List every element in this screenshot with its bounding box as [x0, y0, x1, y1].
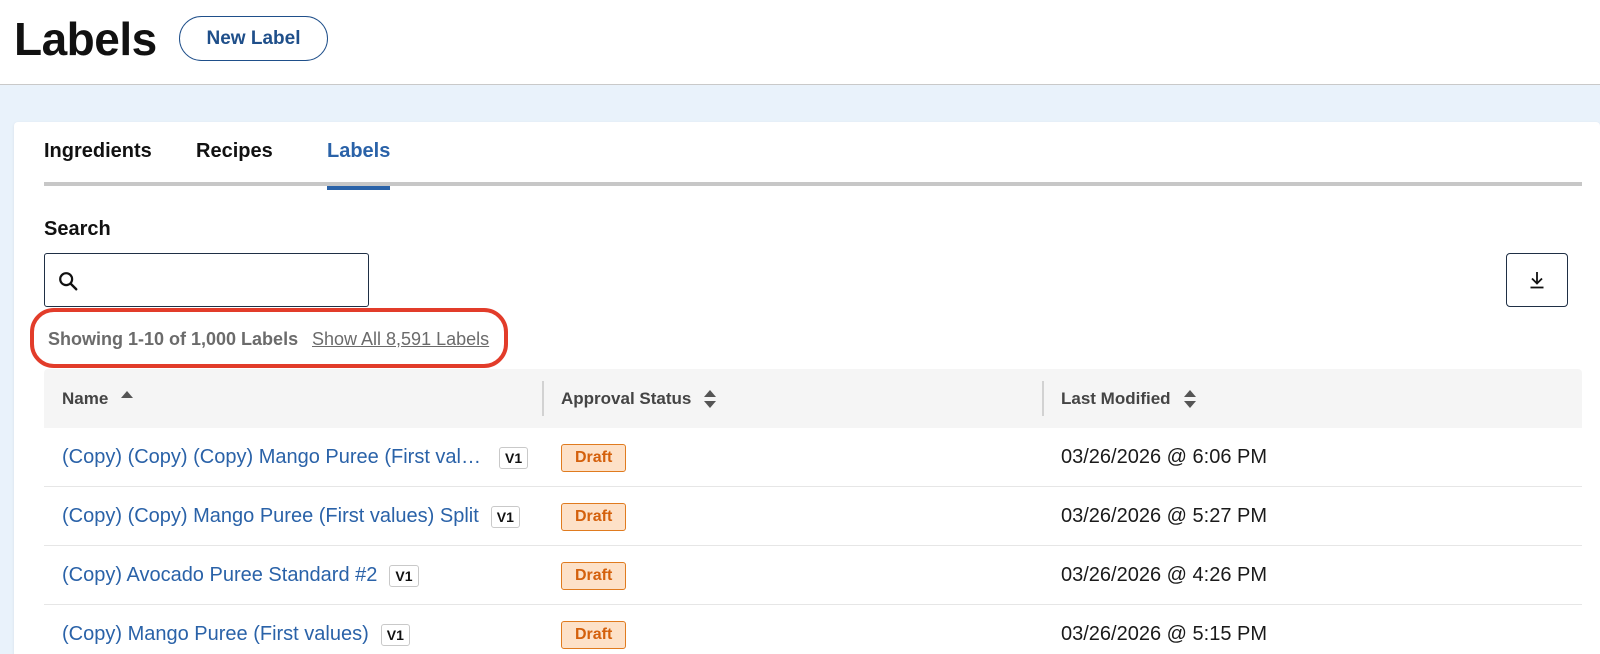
- table-row: (Copy) (Copy) (Copy) Mango Puree (First …: [44, 428, 1582, 487]
- tab-labels[interactable]: Labels: [327, 140, 391, 190]
- status-cell: Draft: [561, 605, 627, 654]
- status-badge: Draft: [561, 443, 627, 472]
- label-name-link[interactable]: (Copy) Avocado Puree Standard #2: [62, 564, 377, 587]
- name-cell: (Copy) Avocado Puree Standard #2 V1: [62, 546, 537, 605]
- status-badge: Draft: [561, 561, 627, 590]
- status-cell: Draft: [561, 546, 627, 605]
- column-header-name[interactable]: Name: [62, 369, 134, 428]
- labels-card: Ingredients Recipes Labels Search Showin…: [14, 122, 1600, 654]
- labels-table: Name Approval Status Last Modified (Copy…: [44, 369, 1582, 654]
- last-modified-date: 03/26/2026 @ 4:26 PM: [1061, 564, 1267, 586]
- version-badge: V1: [389, 564, 419, 587]
- label-name-link[interactable]: (Copy) Mango Puree (First values): [62, 623, 369, 646]
- version-badge: V1: [490, 505, 520, 528]
- column-divider: [542, 381, 544, 416]
- last-modified-date: 03/26/2026 @ 5:27 PM: [1061, 505, 1267, 527]
- search-label: Search: [44, 218, 111, 240]
- table-row: (Copy) Avocado Puree Standard #2 V1 Draf…: [44, 546, 1582, 605]
- column-header-label: Last Modified: [1061, 388, 1171, 408]
- modified-cell: 03/26/2026 @ 6:06 PM: [1061, 428, 1267, 487]
- name-cell: (Copy) (Copy) (Copy) Mango Puree (First …: [62, 428, 537, 487]
- name-cell: (Copy) Mango Puree (First values) V1: [62, 605, 537, 654]
- version-badge: V1: [499, 446, 529, 469]
- column-header-label: Approval Status: [561, 388, 692, 408]
- sort-icon: [1183, 389, 1196, 408]
- name-cell: (Copy) (Copy) Mango Puree (First values)…: [62, 487, 537, 546]
- label-name-link[interactable]: (Copy) (Copy) (Copy) Mango Puree (First …: [62, 446, 487, 469]
- top-header: Labels New Label: [0, 0, 1600, 85]
- table-row: (Copy) Mango Puree (First values) V1 Dra…: [44, 605, 1582, 654]
- column-header-label: Name: [62, 388, 109, 408]
- column-header-approval-status[interactable]: Approval Status: [561, 369, 717, 428]
- column-divider: [1042, 381, 1044, 416]
- table-header: Name Approval Status Last Modified: [44, 369, 1582, 428]
- sort-icon: [704, 389, 717, 408]
- status-cell: Draft: [561, 487, 627, 546]
- last-modified-date: 03/26/2026 @ 5:15 PM: [1061, 623, 1267, 645]
- show-all-labels-link[interactable]: Show All 8,591 Labels: [312, 329, 489, 350]
- results-summary-highlight: Showing 1-10 of 1,000 Labels Show All 8,…: [30, 308, 508, 368]
- status-cell: Draft: [561, 428, 627, 487]
- last-modified-date: 03/26/2026 @ 6:06 PM: [1061, 446, 1267, 468]
- search-field[interactable]: [44, 253, 369, 307]
- results-count: Showing 1-10 of 1,000 Labels: [48, 329, 299, 349]
- version-badge: V1: [380, 623, 410, 646]
- search-input[interactable]: [89, 262, 359, 298]
- tab-ingredients[interactable]: Ingredients: [44, 140, 152, 186]
- modified-cell: 03/26/2026 @ 5:27 PM: [1061, 487, 1267, 546]
- label-name-link[interactable]: (Copy) (Copy) Mango Puree (First values)…: [62, 505, 479, 528]
- table-row: (Copy) (Copy) Mango Puree (First values)…: [44, 487, 1582, 546]
- status-badge: Draft: [561, 502, 627, 531]
- download-icon: [1530, 272, 1544, 289]
- column-header-last-modified[interactable]: Last Modified: [1061, 369, 1197, 428]
- new-label-button[interactable]: New Label: [179, 16, 328, 61]
- tab-recipes[interactable]: Recipes: [196, 140, 273, 186]
- status-badge: Draft: [561, 620, 627, 649]
- search-icon: [59, 272, 78, 291]
- download-button[interactable]: [1506, 253, 1568, 307]
- sort-ascending-icon: [121, 390, 134, 398]
- modified-cell: 03/26/2026 @ 4:26 PM: [1061, 546, 1267, 605]
- page-title: Labels: [14, 13, 157, 65]
- modified-cell: 03/26/2026 @ 5:15 PM: [1061, 605, 1267, 654]
- tab-bar: Ingredients Recipes Labels: [44, 122, 1582, 190]
